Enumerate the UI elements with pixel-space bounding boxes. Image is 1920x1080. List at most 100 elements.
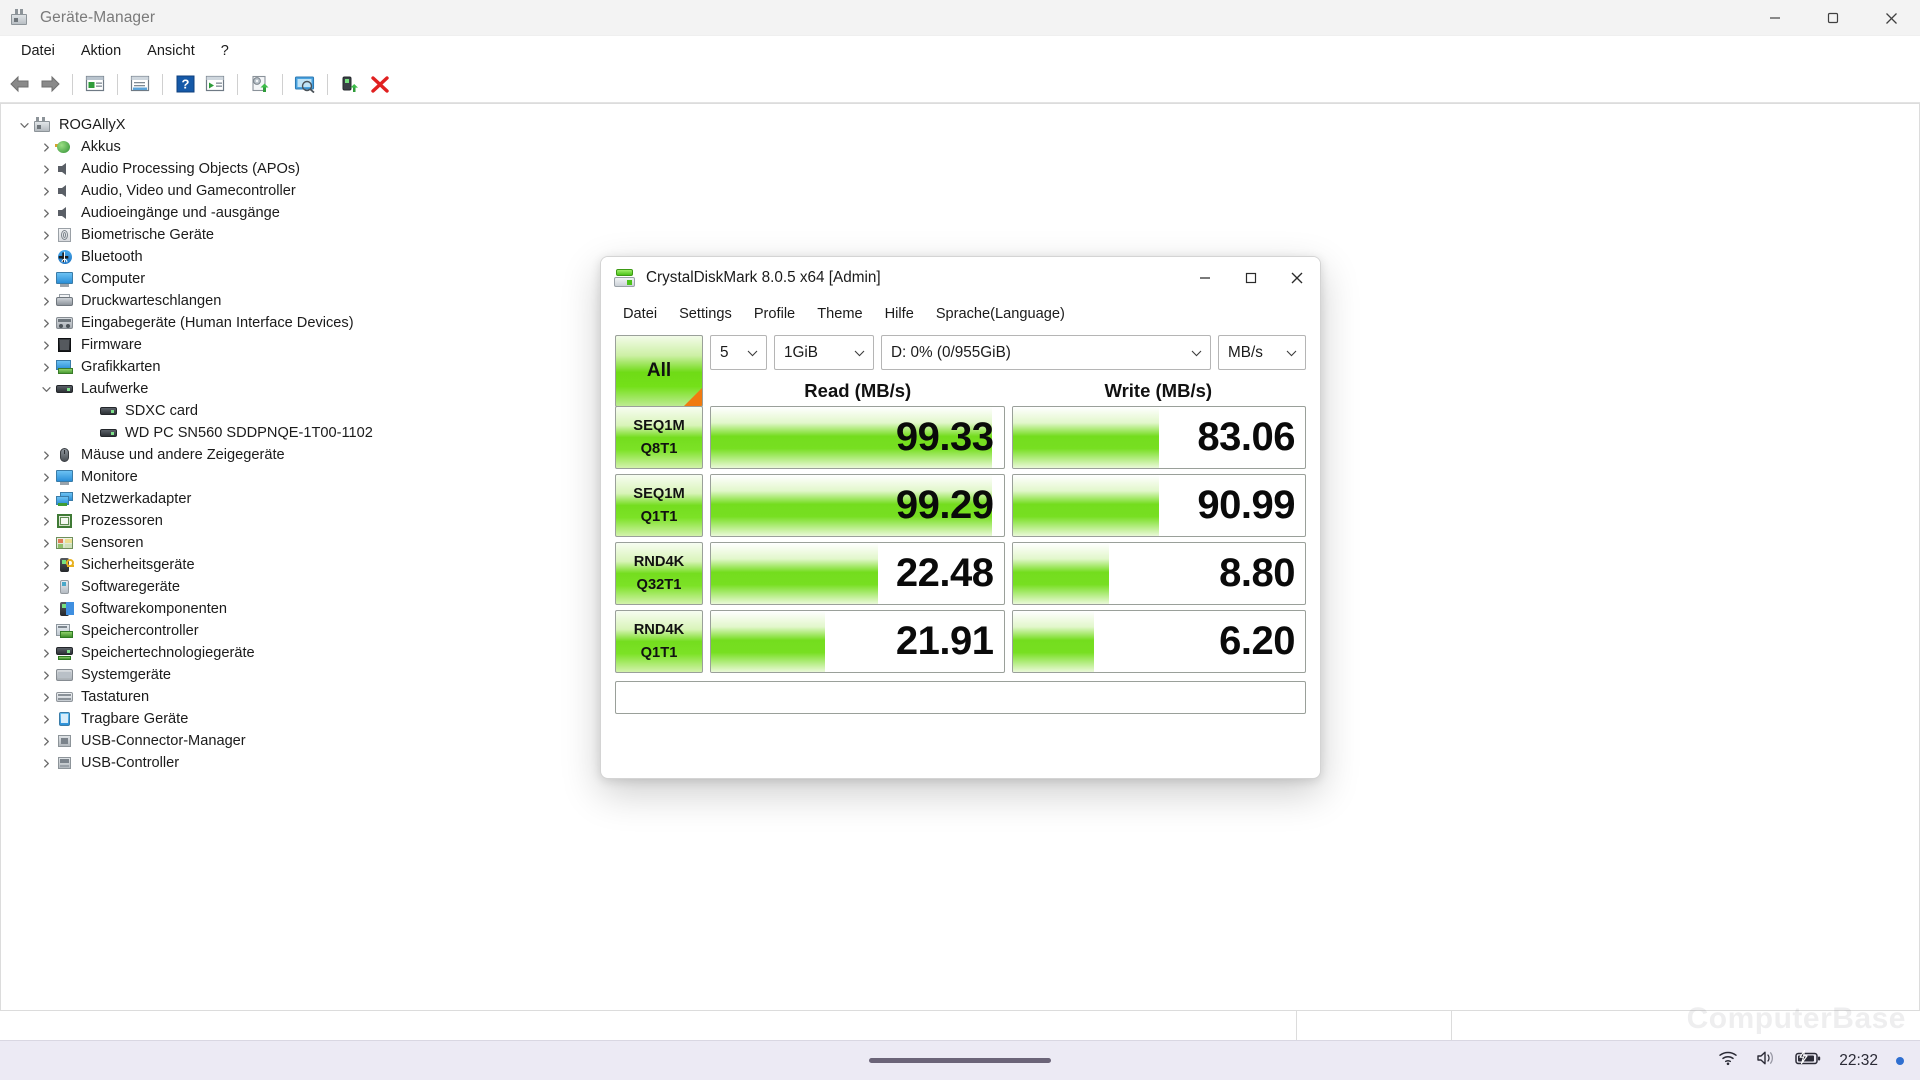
tree-item-audio-video-und-gamecontroller[interactable]: Audio, Video und Gamecontroller [1,180,1919,202]
hid-icon [55,314,74,332]
tree-item-label: Audio, Video und Gamecontroller [81,183,296,199]
tree-item-label: Bluetooth [81,249,143,265]
chevron-right-icon[interactable] [37,556,55,574]
gpu-icon [55,358,74,376]
close-button[interactable] [1274,257,1320,298]
write-result-value: 6.20 [1219,619,1295,663]
tree-item-label: Grafikkarten [81,359,161,375]
chevron-right-icon[interactable] [37,204,55,222]
chevron-right-icon[interactable] [37,336,55,354]
status-field [615,681,1306,714]
battery-charging-icon[interactable] [1795,1049,1821,1071]
write-result-cell: 8.80 [1011,542,1306,605]
write-result-cell: 90.99 [1011,474,1306,537]
read-result-cell: 99.33 [710,406,1005,469]
cdm-menu-sprache[interactable]: Sprache(Language) [925,302,1076,326]
scan-hardware-icon[interactable] [200,69,230,99]
cdm-menu-profile[interactable]: Profile [743,302,806,326]
minimize-button[interactable] [1746,0,1804,36]
chevron-right-icon[interactable] [37,270,55,288]
software-component-icon [55,600,74,618]
chevron-right-icon[interactable] [37,468,55,486]
crystaldiskmark-title: CrystalDiskMark 8.0.5 x64 [Admin] [646,268,881,286]
clock[interactable]: 22:32 [1839,1052,1878,1070]
uninstall-device-icon[interactable] [365,69,395,99]
network-icon [55,490,74,508]
properties-icon[interactable] [80,69,110,99]
volume-icon[interactable] [1756,1050,1777,1071]
minimize-button[interactable] [1182,257,1228,298]
chevron-right-icon[interactable] [37,182,55,200]
menu-item-aktion[interactable]: Aktion [68,39,134,63]
maximize-button[interactable] [1228,257,1274,298]
read-result-bar [711,611,826,672]
maximize-button[interactable] [1804,0,1862,36]
storage-tech-icon [55,644,74,662]
drive-icon [99,402,118,420]
test-name-button[interactable]: SEQ1M Q1T1 [615,474,703,537]
chevron-right-icon[interactable] [37,358,55,376]
chevron-right-icon[interactable] [37,490,55,508]
close-button[interactable] [1862,0,1920,36]
chevron-right-icon[interactable] [37,292,55,310]
chevron-right-icon[interactable] [37,754,55,772]
chevron-right-icon[interactable] [37,688,55,706]
menu-item-datei[interactable]: Datei [8,39,68,63]
chevron-right-icon[interactable] [37,160,55,178]
run-all-label: All [646,360,672,381]
chevron-down-icon[interactable] [15,116,33,134]
menu-item-help[interactable]: ? [208,39,242,63]
run-all-button[interactable]: All [615,335,703,407]
chevron-down-icon[interactable] [37,380,55,398]
chevron-right-icon[interactable] [37,622,55,640]
chevron-right-icon[interactable] [37,600,55,618]
remote-computer-icon[interactable] [290,69,320,99]
tree-item-label: Speichercontroller [81,623,199,639]
tree-item-rogallyx[interactable]: ROGAllyX [1,114,1919,136]
show-hidden-icon[interactable] [125,69,155,99]
cdm-menu-settings[interactable]: Settings [668,302,743,326]
tree-item-audio-processing-objects-apos[interactable]: Audio Processing Objects (APOs) [1,158,1919,180]
update-driver-icon[interactable] [245,69,275,99]
chevron-right-icon[interactable] [37,644,55,662]
notification-dot[interactable] [1896,1056,1904,1065]
chevron-right-icon[interactable] [37,534,55,552]
drive-icon [55,380,74,398]
chevron-right-icon[interactable] [37,512,55,530]
enable-device-icon[interactable] [335,69,365,99]
cdm-menu-datei[interactable]: Datei [612,302,668,326]
unit-select[interactable]: MB/s [1218,335,1306,370]
test-name-button[interactable]: RND4K Q1T1 [615,610,703,673]
cdm-menu-theme[interactable]: Theme [806,302,873,326]
test-name-button[interactable]: SEQ1M Q8T1 [615,406,703,469]
window-title: Geräte-Manager [40,8,156,26]
taskbar-handle[interactable] [869,1058,1051,1063]
tree-item-label: Akkus [81,139,121,155]
tree-item-biometrische-ger-te[interactable]: Biometrische Geräte [1,224,1919,246]
chevron-right-icon[interactable] [37,314,55,332]
chevron-right-icon[interactable] [37,666,55,684]
cdm-menu-hilfe[interactable]: Hilfe [874,302,925,326]
tree-item-akkus[interactable]: Akkus [1,136,1919,158]
toolbar-separator [117,73,118,95]
test-count-select[interactable]: 5 [710,335,767,370]
read-column-header: Read (MB/s) [804,380,912,401]
chevron-right-icon[interactable] [37,710,55,728]
chevron-right-icon[interactable] [37,226,55,244]
test-name-line1: SEQ1M [633,485,685,502]
drive-select[interactable]: D: 0% (0/955GiB) [881,335,1211,370]
test-name-button[interactable]: RND4K Q32T1 [615,542,703,605]
forward-icon[interactable] [35,69,65,99]
chevron-right-icon[interactable] [37,446,55,464]
chevron-right-icon[interactable] [37,732,55,750]
chevron-right-icon[interactable] [37,138,55,156]
help-icon[interactable]: ? [170,69,200,99]
wifi-icon[interactable] [1718,1050,1738,1071]
chevron-right-icon[interactable] [37,578,55,596]
test-size-select[interactable]: 1GiB [774,335,874,370]
tree-item-audioeing-nge-und-ausg-nge[interactable]: Audioeingänge und -ausgänge [1,202,1919,224]
menu-item-ansicht[interactable]: Ansicht [134,39,208,63]
chevron-right-icon[interactable] [37,248,55,266]
read-result-value: 99.33 [895,415,994,459]
back-icon[interactable] [5,69,35,99]
